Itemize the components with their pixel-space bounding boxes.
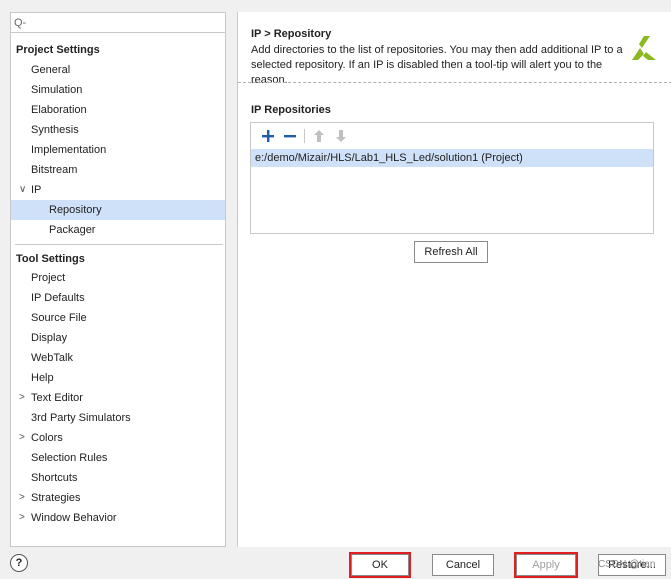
nav-item-webtalk[interactable]: WebTalk	[11, 348, 225, 368]
chevron-right-icon[interactable]: >	[19, 488, 25, 508]
nav-item-simulation[interactable]: Simulation	[11, 80, 225, 100]
arrow-up-icon	[314, 130, 324, 142]
apply-button[interactable]: Apply	[516, 554, 576, 576]
toolbar-separator	[304, 129, 305, 143]
chevron-right-icon[interactable]: >	[19, 388, 25, 408]
page-title: IP > Repository	[251, 28, 332, 40]
nav-item-3rd-party-simulators[interactable]: 3rd Party Simulators	[11, 408, 225, 428]
nav-label: Repository	[49, 204, 102, 216]
nav-item-ip[interactable]: ∨ IP	[11, 180, 225, 200]
refresh-all-button[interactable]: Refresh All	[414, 241, 488, 263]
tool-settings-heading: Tool Settings	[16, 253, 85, 265]
nav-label: Bitstream	[31, 164, 78, 176]
plus-icon	[262, 130, 274, 142]
nav-label: Packager	[49, 224, 96, 236]
chevron-right-icon[interactable]: >	[19, 428, 25, 448]
nav-item-selection-rules[interactable]: Selection Rules	[11, 448, 225, 468]
nav-item-general[interactable]: General	[11, 60, 225, 80]
nav-label: Window Behavior	[31, 512, 117, 524]
nav-item-help[interactable]: Help	[11, 368, 225, 388]
nav-label: Simulation	[31, 84, 83, 96]
nav-label: 3rd Party Simulators	[31, 412, 131, 424]
add-repository-button[interactable]	[257, 126, 279, 146]
xilinx-logo-icon	[632, 36, 656, 60]
nav-item-display[interactable]: Display	[11, 328, 225, 348]
nav-label: Text Editor	[31, 392, 83, 404]
arrow-down-icon	[336, 130, 346, 142]
nav-item-text-editor[interactable]: > Text Editor	[11, 388, 225, 408]
nav-label: WebTalk	[31, 352, 73, 364]
nav-label: Help	[31, 372, 54, 384]
nav-item-window-behavior[interactable]: > Window Behavior	[11, 508, 225, 528]
nav-item-strategies[interactable]: > Strategies	[11, 488, 225, 508]
chevron-down-icon[interactable]: ∨	[19, 180, 26, 200]
section-divider	[15, 244, 223, 245]
repositories-toolbar	[251, 123, 653, 149]
repository-settings-panel: IP > Repository Add directories to the l…	[237, 12, 671, 547]
settings-nav-panel: Q- Project Settings General Simulation E…	[10, 12, 226, 547]
nav-item-synthesis[interactable]: Synthesis	[11, 120, 225, 140]
list-item[interactable]: e:/demo/Mizair/HLS/Lab1_HLS_Led/solution…	[251, 149, 653, 167]
restore-button[interactable]: Restore...	[598, 554, 666, 576]
nav-label: IP Defaults	[31, 292, 85, 304]
nav-label: Colors	[31, 432, 63, 444]
ok-button[interactable]: OK	[351, 554, 409, 576]
move-up-button[interactable]	[308, 126, 330, 146]
remove-repository-button[interactable]	[279, 126, 301, 146]
nav-item-source-file[interactable]: Source File	[11, 308, 225, 328]
nav-label: General	[31, 64, 71, 76]
ip-repositories-list: e:/demo/Mizair/HLS/Lab1_HLS_Led/solution…	[250, 122, 654, 234]
help-button[interactable]: ?	[10, 554, 28, 572]
search-input[interactable]	[28, 15, 225, 30]
nav-label: Source File	[31, 312, 87, 324]
nav-label: Synthesis	[31, 124, 79, 136]
header-divider	[238, 82, 671, 83]
nav-item-project[interactable]: Project	[11, 268, 225, 288]
move-down-button[interactable]	[330, 126, 352, 146]
ip-repositories-heading: IP Repositories	[251, 104, 331, 116]
nav-label: Project	[31, 272, 66, 284]
nav-item-implementation[interactable]: Implementation	[11, 140, 225, 160]
nav-label: Shortcuts	[31, 472, 78, 484]
search-icon: Q-	[14, 16, 27, 29]
nav-label: Strategies	[31, 492, 81, 504]
nav-item-repository[interactable]: Repository	[11, 200, 225, 220]
nav-item-elaboration[interactable]: Elaboration	[11, 100, 225, 120]
cancel-button[interactable]: Cancel	[432, 554, 494, 576]
minus-icon	[284, 135, 296, 138]
nav-item-bitstream[interactable]: Bitstream	[11, 160, 225, 180]
nav-label: Selection Rules	[31, 452, 108, 464]
chevron-right-icon[interactable]: >	[19, 508, 25, 528]
nav-label: Display	[31, 332, 68, 344]
project-settings-heading: Project Settings	[16, 44, 100, 56]
nav-label: Implementation	[31, 144, 107, 156]
nav-item-packager[interactable]: Packager	[11, 220, 225, 240]
nav-item-ip-defaults[interactable]: IP Defaults	[11, 288, 225, 308]
search-box[interactable]: Q-	[11, 13, 225, 33]
nav-label: IP	[31, 184, 42, 196]
nav-item-shortcuts[interactable]: Shortcuts	[11, 468, 225, 488]
nav-label: Elaboration	[31, 104, 87, 116]
nav-item-colors[interactable]: > Colors	[11, 428, 225, 448]
